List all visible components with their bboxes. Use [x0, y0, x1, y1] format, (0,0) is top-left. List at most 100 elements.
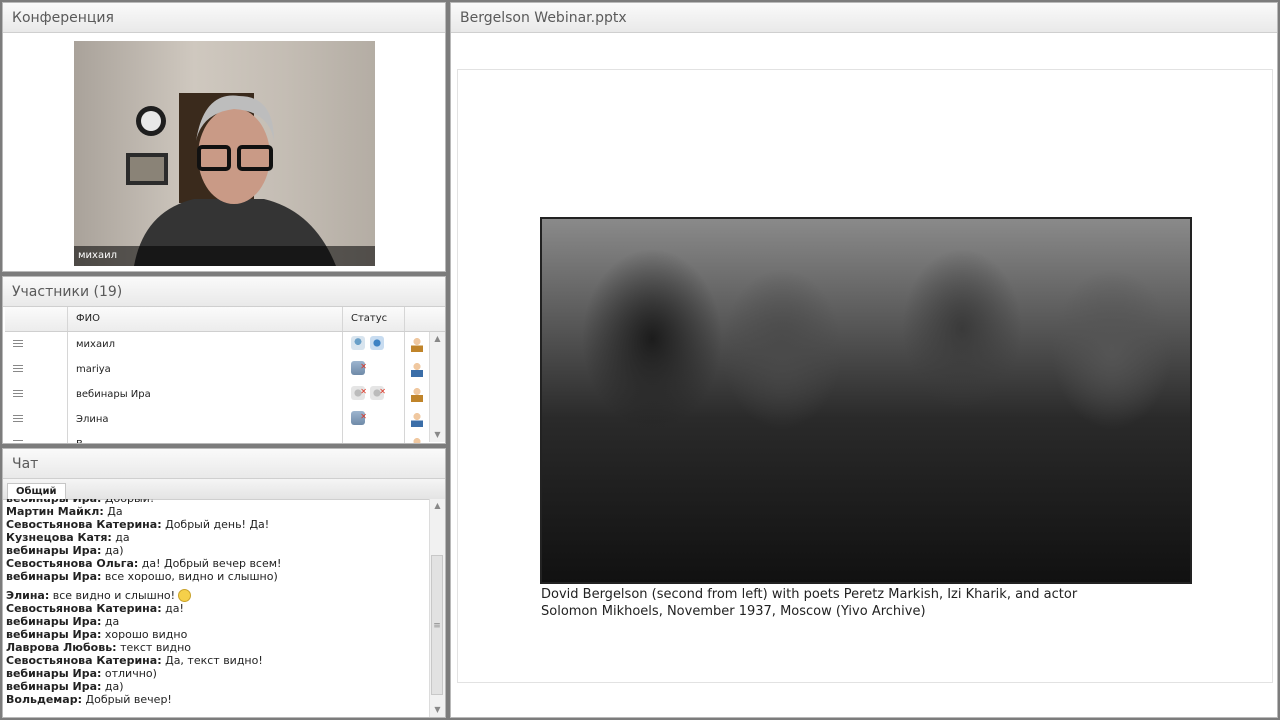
participants-panel: Участники (19) ФИО Статус михаилmariyaве… — [2, 276, 446, 444]
scroll-up-icon[interactable]: ▲ — [430, 499, 445, 513]
chat-text: Да — [107, 505, 123, 518]
col-role-header — [404, 307, 431, 331]
slide-canvas: Dovid Bergelson (second from left) with … — [457, 69, 1273, 683]
scroll-up-icon[interactable]: ▲ — [430, 332, 445, 346]
chat-message: Вольдемар: Добрый вечер! — [6, 693, 429, 706]
moderator-icon[interactable] — [411, 387, 423, 402]
chat-text: да — [115, 531, 130, 544]
participant-name: михаил — [67, 332, 342, 357]
microphone-icon[interactable] — [351, 336, 365, 350]
participant-row[interactable]: вебинары Ира — [5, 379, 445, 429]
smile-emoji-icon — [178, 589, 192, 602]
wall-clock-face — [141, 111, 161, 131]
moderator-icon[interactable] — [411, 437, 423, 443]
participant-row[interactable]: михаил — [5, 332, 445, 379]
participant-status — [342, 379, 404, 429]
participant-role[interactable] — [404, 407, 431, 432]
chat-message: вебинары Ира: да — [6, 615, 429, 628]
chat-message: Севостьянова Катерина: Добрый день! Да! — [6, 518, 429, 531]
drag-handle-icon[interactable] — [13, 365, 23, 373]
chat-author: вебинары Ира: — [6, 667, 102, 680]
chat-messages: вебинары Ира: Добрый!Мартин Майкл: ДаСев… — [6, 499, 429, 706]
drag-handle-icon[interactable] — [13, 340, 23, 348]
drag-handle-icon[interactable] — [13, 440, 23, 443]
participant-row[interactable]: Элина — [5, 407, 445, 432]
chat-author: вебинары Ира: — [6, 615, 102, 628]
chat-author: Вольдемар: — [6, 693, 82, 706]
chat-text: да) — [104, 680, 124, 693]
participants-rows: михаилmariyaвебинары ИраЭлинаВ... — [5, 332, 445, 443]
chat-tab-general[interactable]: Общий — [7, 483, 66, 500]
chat-message: Мартин Майкл: Да — [6, 505, 429, 518]
participant-role[interactable] — [404, 432, 431, 443]
chat-message: вебинары Ира: хорошо видно — [6, 628, 429, 641]
chat-message: Севостьянова Катерина: Да, текст видно! — [6, 654, 429, 667]
chat-author: Севостьянова Катерина: — [6, 654, 162, 667]
chat-author: вебинары Ира: — [6, 570, 102, 583]
chat-author: Севостьянова Катерина: — [6, 518, 162, 531]
device-off-icon[interactable] — [351, 379, 367, 404]
chat-message: вебинары Ира: отлично) — [6, 667, 429, 680]
chat-author: Мартин Майкл: — [6, 505, 104, 518]
chat-author: Лаврова Любовь: — [6, 641, 117, 654]
caption-line-2: Solomon Mikhoels, November 1937, Moscow … — [541, 604, 926, 619]
camera-icon[interactable] — [370, 336, 384, 350]
video-scene — [126, 93, 336, 266]
caption-line-1: Dovid Bergelson (second from left) with … — [541, 587, 1078, 602]
chat-message: Севостьянова Ольга: да! Добрый вечер все… — [6, 557, 429, 570]
device-off-icon[interactable] — [370, 379, 386, 404]
chat-text: все хорошо, видно и слышно) — [104, 570, 278, 583]
conference-panel: Конференция михаил — [2, 2, 446, 272]
wall-picture-inner — [130, 157, 164, 181]
video-feed[interactable]: михаил — [74, 41, 375, 266]
presentation-title: Bergelson Webinar.pptx — [451, 3, 1277, 33]
moderator-icon[interactable] — [411, 337, 423, 352]
chat-text: все видно и слышно! — [52, 589, 176, 602]
drag-handle-icon[interactable] — [13, 390, 23, 398]
col-name-header[interactable]: ФИО — [67, 307, 342, 331]
participant-row[interactable]: В... — [5, 432, 445, 443]
chat-text: Добрый вечер! — [85, 693, 172, 706]
participant-name: В... — [67, 432, 342, 443]
user-icon[interactable] — [411, 362, 423, 377]
chat-scrollbar[interactable]: ▲ ≡ ▼ — [429, 499, 445, 717]
chat-log: вебинары Ира: Добрый!Мартин Майкл: ДаСев… — [3, 499, 429, 717]
chat-author: Севостьянова Катерина: — [6, 602, 162, 615]
participants-scrollbar[interactable]: ▲ ▼ — [429, 332, 445, 442]
chat-message: Севостьянова Катерина: да! — [6, 602, 429, 615]
chat-text: да — [104, 615, 120, 628]
col-status-header[interactable]: Статус — [342, 307, 404, 331]
slide-caption: Dovid Bergelson (second from left) with … — [541, 586, 1181, 620]
participant-name: Элина — [67, 407, 342, 432]
chat-text: да) — [104, 544, 124, 557]
chat-text: да! — [165, 602, 184, 615]
scroll-down-icon[interactable]: ▼ — [430, 703, 445, 717]
participant-status — [342, 332, 404, 379]
chat-author: Элина: — [6, 589, 50, 602]
participant-status — [342, 357, 404, 382]
chat-scroll-thumb[interactable]: ≡ — [431, 555, 443, 695]
conference-title: Конференция — [3, 3, 445, 33]
chat-panel: Чат Общий вебинары Ира: Добрый!Мартин Ма… — [2, 448, 446, 718]
chat-message: Элина: все видно и слышно! — [6, 589, 429, 602]
participant-status — [342, 432, 404, 443]
scroll-down-icon[interactable]: ▼ — [430, 428, 445, 442]
participant-role[interactable] — [404, 382, 431, 407]
chat-text: Да, текст видно! — [165, 654, 263, 667]
chat-message: Кузнецова Катя: да — [6, 531, 429, 544]
chat-text: хорошо видно — [104, 628, 188, 641]
participant-role[interactable] — [404, 332, 431, 357]
historical-photo — [540, 217, 1192, 584]
person-head — [198, 108, 270, 204]
chat-text: текст видно — [120, 641, 191, 654]
chat-text: отлично) — [104, 667, 157, 680]
presentation-panel: Bergelson Webinar.pptx Dovid Bergelson (… — [450, 2, 1278, 718]
user-icon[interactable] — [411, 412, 423, 427]
chat-author: Севостьянова Ольга: — [6, 557, 139, 570]
chat-tabs: Общий — [3, 479, 445, 500]
participant-role[interactable] — [404, 357, 431, 382]
drag-handle-icon[interactable] — [13, 415, 23, 423]
participants-title: Участники (19) — [3, 277, 445, 307]
participant-name: mariya — [67, 357, 342, 382]
video-user-name: михаил — [74, 246, 375, 266]
